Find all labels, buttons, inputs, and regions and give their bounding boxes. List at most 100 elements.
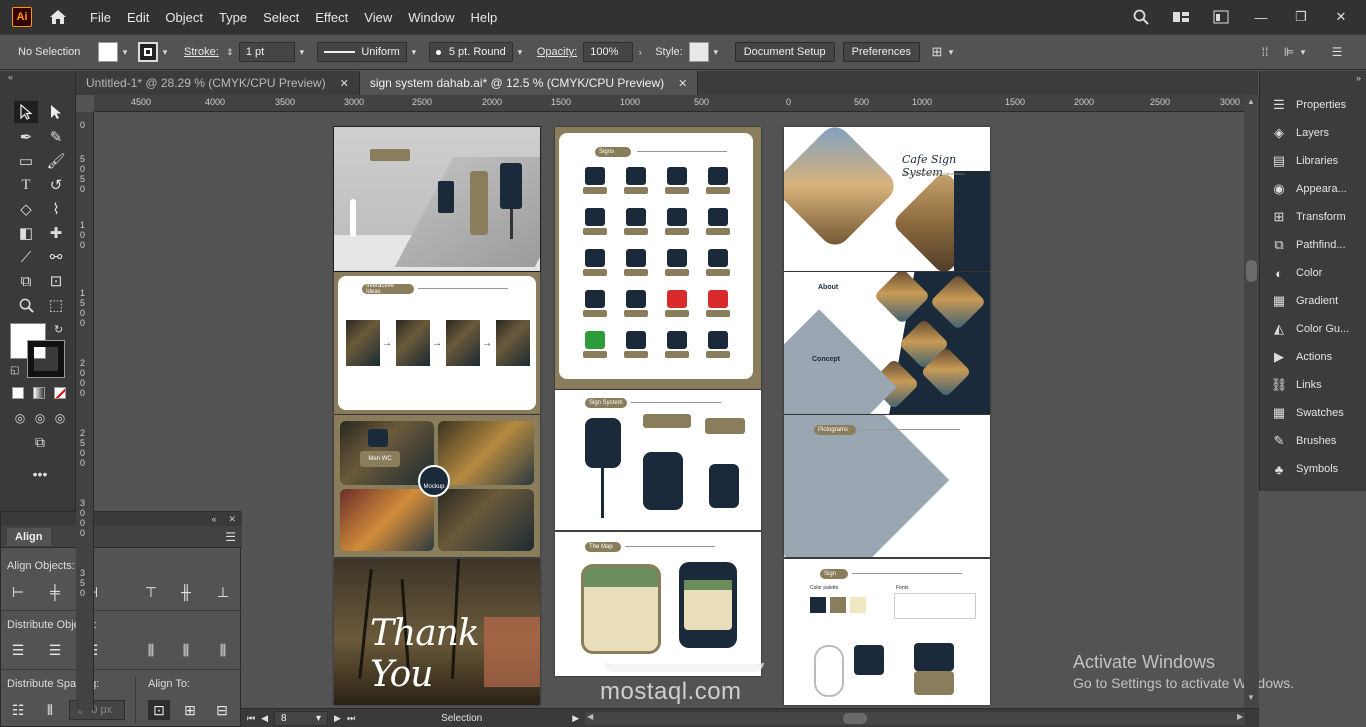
close-tab-icon[interactable]: ✕: [678, 77, 687, 90]
panel-links[interactable]: ⛓ Links: [1270, 375, 1322, 395]
hand-tool-icon[interactable]: ⬚: [44, 294, 68, 316]
fill-swatch[interactable]: [98, 42, 118, 62]
workspace-switcher-icon[interactable]: [1170, 7, 1192, 27]
blend-tool-icon[interactable]: ⚯: [44, 246, 68, 268]
variable-width-profile[interactable]: Uniform: [316, 42, 407, 62]
rectangle-tool-icon[interactable]: ▭: [14, 150, 38, 172]
align-options-icon[interactable]: ⊫: [1282, 42, 1296, 62]
artboard-tool-icon[interactable]: ⊡: [44, 270, 68, 292]
panel-swatches[interactable]: ▦ Swatches: [1270, 403, 1344, 423]
stroke-weight-stepper[interactable]: ⇕: [223, 42, 237, 62]
home-icon[interactable]: [48, 7, 68, 27]
artboard-pictograms[interactable]: Pictograms: [784, 415, 990, 557]
scroll-down-icon[interactable]: ▼: [1247, 693, 1255, 702]
panel-brushes[interactable]: ✎ Brushes: [1270, 431, 1337, 451]
align-grid-icon[interactable]: ⁞⁞: [1258, 42, 1272, 62]
stroke-color-box[interactable]: [27, 340, 65, 378]
menu-file[interactable]: File: [90, 10, 111, 25]
opacity-field[interactable]: 100%: [583, 42, 634, 62]
none-mode-icon[interactable]: [54, 387, 66, 399]
restore-button[interactable]: ❐: [1290, 7, 1312, 27]
align-options-dropdown-icon[interactable]: ▾: [1296, 42, 1310, 62]
tab-sign-system[interactable]: sign system dahab.ai* @ 12.5 % (CMYK/CPU…: [359, 71, 699, 95]
align-tab[interactable]: Align: [7, 527, 51, 546]
stroke-swatch[interactable]: [138, 42, 158, 62]
vertical-scrollbar[interactable]: ▲ ▼: [1244, 95, 1259, 708]
artboard-sign-system[interactable]: Sign System: [555, 390, 761, 530]
panel-layers[interactable]: ◈ Layers: [1270, 123, 1329, 143]
previous-artboard-icon[interactable]: ◀: [261, 713, 268, 724]
panel-transform[interactable]: ⊞ Transform: [1270, 207, 1346, 227]
artboard-mockup-scene[interactable]: [333, 126, 541, 272]
artboard-interactive-ideas[interactable]: Interactive Ideas → → →: [334, 272, 540, 414]
document-setup-button[interactable]: Document Setup: [734, 42, 835, 62]
gradient-mode-icon[interactable]: [33, 387, 45, 399]
preferences-button[interactable]: Preferences: [842, 42, 920, 62]
menu-effect[interactable]: Effect: [315, 10, 348, 25]
mesh-tool-icon[interactable]: ✚: [44, 222, 68, 244]
canvas[interactable]: Interactive Ideas → → → Mockup Men WC Th…: [94, 112, 1244, 708]
close-tab-icon[interactable]: ✕: [340, 77, 349, 90]
horizontal-align-center-icon[interactable]: ╪: [44, 582, 66, 602]
gradient-tool-icon[interactable]: ◧: [14, 222, 38, 244]
stroke-weight-dropdown-icon[interactable]: ▾: [295, 42, 309, 62]
vertical-distribute-center-icon[interactable]: ☰: [44, 640, 66, 660]
horizontal-ruler[interactable]: 4500 4000 3500 3000 2500 2000 1500 1000 …: [94, 95, 1244, 112]
rotate-tool-icon[interactable]: ↺: [44, 174, 68, 196]
edit-toolbar-icon[interactable]: •••: [28, 463, 52, 485]
arrange-documents-icon[interactable]: [1210, 7, 1232, 27]
panel-libraries[interactable]: ▤ Libraries: [1270, 151, 1338, 171]
menu-window[interactable]: Window: [408, 10, 454, 25]
color-mode-icon[interactable]: [12, 387, 24, 399]
menu-help[interactable]: Help: [470, 10, 497, 25]
scroll-up-icon[interactable]: ▲: [1247, 97, 1255, 106]
artboard-thank-you[interactable]: Thank You: [334, 559, 540, 705]
screen-mode-icon[interactable]: ⧉: [28, 431, 52, 453]
control-bar-menu-icon[interactable]: ☰: [1330, 42, 1344, 62]
close-button[interactable]: ✕: [1330, 7, 1352, 27]
menu-edit[interactable]: Edit: [127, 10, 149, 25]
minimize-button[interactable]: —: [1250, 7, 1272, 27]
menu-object[interactable]: Object: [165, 10, 203, 25]
profile-dropdown-icon[interactable]: ▾: [407, 42, 421, 62]
artboard-number-field[interactable]: 8 ▾: [274, 710, 329, 726]
selection-tool-icon[interactable]: [14, 101, 38, 123]
shape-builder-tool-icon[interactable]: ⧉: [14, 270, 38, 292]
horizontal-scroll-thumb[interactable]: [843, 712, 868, 724]
status-menu-icon[interactable]: ▶: [572, 713, 579, 724]
stroke-dropdown-icon[interactable]: ▾: [158, 42, 172, 62]
zoom-tool-icon[interactable]: [14, 294, 38, 316]
type-tool-icon[interactable]: T: [14, 174, 38, 196]
panel-pathfinder[interactable]: ⧉ Pathfind...: [1270, 235, 1345, 255]
swap-fill-stroke-icon[interactable]: ↻: [54, 323, 63, 336]
first-artboard-icon[interactable]: ⏮: [247, 713, 255, 724]
artboard-about-concept[interactable]: About Concept: [784, 272, 990, 414]
horizontal-scrollbar[interactable]: ◀ ▶: [585, 711, 1246, 725]
menu-type[interactable]: Type: [219, 10, 247, 25]
panel-appearance[interactable]: ◉ Appeara...: [1270, 179, 1346, 199]
style-dropdown-icon[interactable]: ▾: [709, 42, 723, 62]
eraser-tool-icon[interactable]: ◇: [14, 198, 38, 220]
panel-symbols[interactable]: ♣ Symbols: [1270, 459, 1338, 479]
horizontal-align-left-icon[interactable]: ⊢: [7, 582, 29, 602]
brush-dropdown-icon[interactable]: ▾: [513, 42, 527, 62]
opacity-arrow-icon[interactable]: ›: [633, 42, 647, 62]
last-artboard-icon[interactable]: ⏭: [347, 713, 355, 724]
horizontal-distribute-space-icon[interactable]: ⫴: [39, 700, 61, 720]
draw-inside-icon[interactable]: ◎: [48, 407, 72, 429]
vertical-scroll-thumb[interactable]: [1246, 260, 1257, 282]
arrange-dropdown-icon[interactable]: ▾: [944, 42, 958, 62]
artboard-cafe-cover[interactable]: Cafe Sign System Name/Ghada Mohamed Abda…: [784, 127, 990, 271]
direct-selection-tool-icon[interactable]: [44, 101, 68, 123]
panel-color-guide[interactable]: ◭ Color Gu...: [1270, 319, 1349, 339]
panel-color[interactable]: ◐ Color: [1270, 263, 1322, 283]
menu-select[interactable]: Select: [263, 10, 299, 25]
panel-gradient[interactable]: ▦ Gradient: [1270, 291, 1338, 311]
eyedropper-tool-icon[interactable]: ⟋: [14, 246, 38, 268]
curvature-tool-icon[interactable]: ✎: [44, 126, 68, 148]
vertical-ruler[interactable]: 0 5 0 5 0 1 0 0 1 5 0 0 2 0 0 0 2 5 0 0 …: [76, 112, 94, 710]
pen-tool-icon[interactable]: ✒: [14, 126, 38, 148]
panel-properties[interactable]: ☰ Properties: [1270, 95, 1346, 115]
warp-tool-icon[interactable]: ⌇: [44, 198, 68, 220]
panel-actions[interactable]: ▶ Actions: [1270, 347, 1332, 367]
